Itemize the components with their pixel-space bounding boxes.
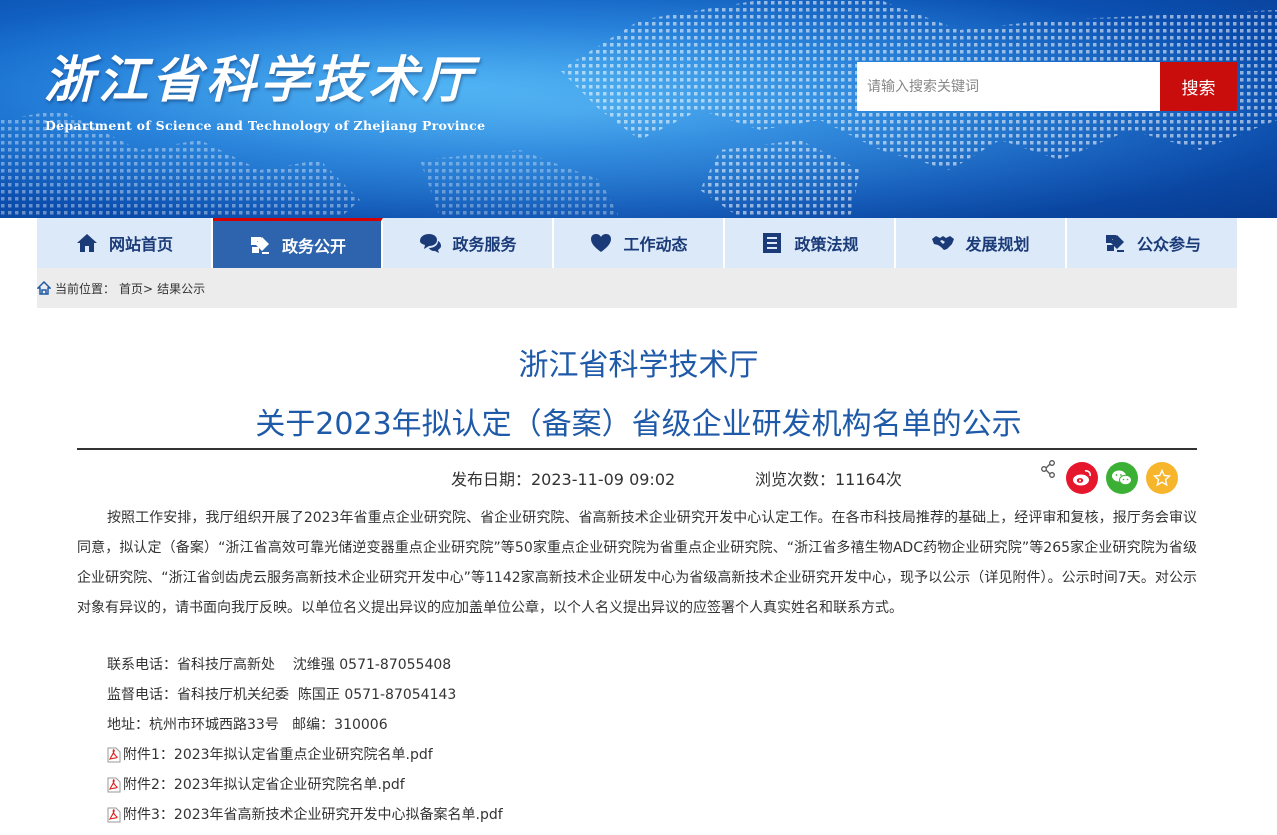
nav-item-home[interactable]: 网站首页 [37, 218, 213, 268]
nav-item-gov-open[interactable]: 政务公开 [213, 218, 383, 268]
nav-item-label: 政策法规 [794, 235, 859, 254]
attachment-label: 附件1：2023年拟认定省重点企业研究院名单.pdf [123, 747, 433, 763]
home-icon [37, 281, 51, 295]
nav-item-label: 政务公开 [281, 236, 346, 256]
share-wechat-button[interactable] [1106, 462, 1138, 494]
nav-item-label: 发展规划 [965, 235, 1030, 254]
nav-item-gov-service[interactable]: 政务服务 [383, 218, 554, 268]
breadcrumb-prefix: 当前位置： [55, 281, 116, 296]
main-nav: 网站首页 政务公开 政务服务 工作动态 政策法规 发展规划 公众参与 [37, 218, 1237, 268]
nav-item-policy[interactable]: 政策法规 [725, 218, 896, 268]
nav-item-public-participation[interactable]: 公众参与 [1067, 218, 1237, 268]
search-input[interactable] [857, 62, 1160, 111]
handshake-icon [932, 236, 955, 250]
nav-item-label: 工作动态 [623, 235, 688, 254]
article-title: 关于2023年拟认定（备案）省级企业研发机构名单的公示 [255, 407, 1022, 442]
gov-open-icon [250, 236, 269, 254]
share-icon[interactable] [1040, 460, 1056, 478]
attachment-label: 附件2：2023年拟认定省企业研究院名单.pdf [123, 777, 405, 793]
home-icon [76, 234, 97, 252]
attachment-link-1[interactable]: 附件1：2023年拟认定省重点企业研究院名单.pdf [107, 740, 433, 770]
star-icon [1153, 469, 1171, 487]
nav-item-planning[interactable]: 发展规划 [896, 218, 1067, 268]
header-banner: 浙江省科学技术厅 Department of Science and Techn… [0, 0, 1277, 218]
address: 地址：杭州市环城西路33号 邮编：310006 [107, 717, 388, 733]
site-logo-english: Department of Science and Technology of … [45, 118, 486, 133]
chat-bubbles-icon [420, 234, 442, 253]
attachment-link-3[interactable]: 附件3：2023年省高新技术企业研究开发中心拟备案名单.pdf [107, 800, 503, 830]
heart-icon [591, 234, 612, 252]
participation-icon [1105, 235, 1124, 252]
publish-date: 发布日期：2023-11-09 09:02 [451, 470, 676, 489]
share-weibo-button[interactable] [1066, 462, 1098, 494]
article-org-title: 浙江省科学技术厅 [518, 348, 759, 383]
pdf-file-icon [107, 777, 121, 793]
title-divider [77, 448, 1197, 450]
wechat-icon [1112, 470, 1132, 486]
view-count: 浏览次数：11164次 [755, 470, 902, 489]
document-list-icon [763, 233, 782, 253]
breadcrumb: 当前位置： 首页> 结果公示 [37, 268, 1237, 308]
article-body: 按照工作安排，我厅组织开展了2023年省重点企业研究院、省企业研究院、省高新技术… [77, 510, 1197, 616]
nav-item-label: 政务服务 [452, 235, 517, 254]
pdf-file-icon [107, 807, 121, 823]
favorite-button[interactable] [1146, 462, 1178, 494]
site-logo-chinese: 浙江省科学技术厅 [44, 50, 476, 109]
nav-item-work-news[interactable]: 工作动态 [554, 218, 725, 268]
breadcrumb-home-link[interactable]: 首页> [119, 280, 153, 297]
breadcrumb-current[interactable]: 结果公示 [157, 280, 205, 297]
pdf-file-icon [107, 747, 121, 763]
supervise-phone: 监督电话：省科技厅机关纪委 陈国正 0571-87054143 [107, 687, 457, 703]
attachment-link-2[interactable]: 附件2：2023年拟认定省企业研究院名单.pdf [107, 770, 405, 800]
search-button[interactable]: 搜索 [1160, 62, 1237, 111]
contact-phone: 联系电话：省科技厅高新处 沈维强 0571-87055408 [107, 657, 452, 673]
nav-item-label: 网站首页 [108, 235, 173, 254]
nav-item-label: 公众参与 [1136, 235, 1201, 254]
weibo-icon [1073, 470, 1091, 486]
attachment-label: 附件3：2023年省高新技术企业研究开发中心拟备案名单.pdf [123, 807, 503, 823]
